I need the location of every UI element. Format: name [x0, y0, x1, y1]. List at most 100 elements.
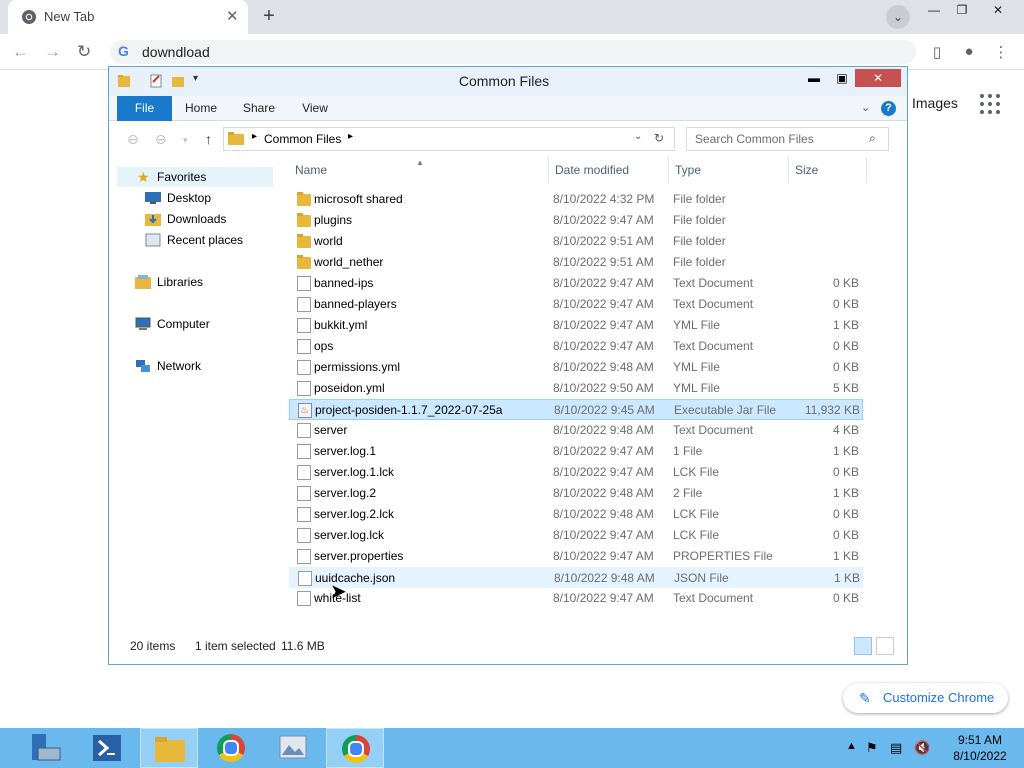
file-row[interactable]: server.properties 8/10/2022 9:47 AM PROPER…: [289, 546, 863, 567]
column-header-date[interactable]: Date modified: [549, 157, 669, 183]
nav-recent-places[interactable]: Recent places: [145, 230, 275, 250]
column-header-type[interactable]: Type: [669, 157, 789, 183]
address-dropdown-icon[interactable]: ⌄: [634, 131, 642, 142]
file-row[interactable]: world 8/10/2022 9:51 AM File folder: [289, 231, 863, 252]
file-type: Text Document: [673, 591, 754, 605]
nav-network[interactable]: Network: [135, 356, 275, 376]
libraries-icon: [135, 275, 151, 289]
recent-locations-icon[interactable]: ▾: [183, 135, 188, 146]
images-link[interactable]: Images: [912, 95, 958, 111]
restore-button[interactable]: ❐: [948, 0, 976, 20]
file-row[interactable]: white-list 8/10/2022 9:47 AM Text Document…: [289, 588, 863, 609]
address-field[interactable]: ▸ Common Files ▸ ⌄ ↻: [223, 127, 675, 151]
show-hidden-icons[interactable]: ▲: [846, 740, 857, 752]
menu-icon[interactable]: ⋮: [991, 43, 1011, 61]
server-manager-button[interactable]: [16, 728, 74, 768]
file-row[interactable]: server.log.2 8/10/2022 9:48 AM 2 File 1 KB: [289, 483, 863, 504]
network-icon: [136, 360, 150, 372]
flag-icon[interactable]: ⚑: [866, 740, 878, 756]
profile-icon[interactable]: ●: [959, 43, 979, 60]
back-icon[interactable]: ←: [12, 42, 29, 62]
column-header-name[interactable]: ▲ Name: [289, 157, 549, 183]
breadcrumb-arrow-icon[interactable]: ▸: [252, 131, 257, 142]
tab-close-icon[interactable]: ✕: [226, 7, 239, 25]
nav-desktop[interactable]: Desktop: [145, 188, 275, 208]
tab-home[interactable]: Home: [179, 96, 223, 121]
omnibox[interactable]: G downdload: [110, 40, 916, 64]
explorer-close-button[interactable]: ✕: [855, 69, 901, 87]
file-row[interactable]: permissions.yml 8/10/2022 9:48 AM YML File…: [289, 357, 863, 378]
file-row[interactable]: ops 8/10/2022 9:47 AM Text Document 0 KB: [289, 336, 863, 357]
file-explorer-button[interactable]: [140, 728, 198, 768]
chrome-taskbar-button[interactable]: [202, 728, 260, 768]
server-manager-icon: [32, 734, 61, 761]
nav-libraries-label: Libraries: [157, 275, 204, 289]
nav-favorites[interactable]: ★ Favorites: [117, 167, 273, 187]
nav-computer-label: Computer: [157, 317, 210, 331]
file-row[interactable]: server.log.1 8/10/2022 9:47 AM 1 File 1 KB: [289, 441, 863, 462]
apps-grid-icon[interactable]: [980, 94, 1000, 114]
file-row[interactable]: server.log.2.lck 8/10/2022 9:48 AM LCK Fil…: [289, 504, 863, 525]
search-field[interactable]: ⌕: [686, 127, 889, 151]
omnibox-text[interactable]: downdload: [142, 44, 210, 60]
address-bar-row: ⊖ ⊖ ▾ ↑ ▸ Common Files ▸ ⌄ ↻ ⌕: [109, 121, 907, 157]
clock[interactable]: 9:51 AM 8/10/2022: [945, 732, 1015, 764]
minimize-button[interactable]: —: [920, 0, 948, 20]
breadcrumb-common-files[interactable]: Common Files: [264, 132, 341, 146]
file-row[interactable]: server.log.1.lck 8/10/2022 9:47 AM LCK Fil…: [289, 462, 863, 483]
volume-muted-icon[interactable]: 🔇: [914, 740, 930, 756]
file-date: 8/10/2022 9:47 AM: [553, 591, 654, 605]
document-icon: [297, 465, 311, 480]
explorer-minimize-button[interactable]: ▬: [801, 69, 827, 87]
network-tray-icon[interactable]: ▤: [890, 740, 902, 756]
file-row[interactable]: poseidon.yml 8/10/2022 9:50 AM YML File 5 K…: [289, 378, 863, 399]
chrome-icon: [22, 10, 36, 24]
customize-chrome-button[interactable]: ✎ Customize Chrome: [843, 683, 1008, 713]
chrome-window-button[interactable]: [326, 728, 384, 768]
nav-computer[interactable]: Computer: [135, 314, 275, 334]
help-icon[interactable]: ?: [881, 101, 896, 116]
file-size: 0 KB: [832, 276, 859, 290]
refresh-icon[interactable]: ↻: [654, 131, 664, 145]
tab-file[interactable]: File: [117, 96, 172, 121]
forward-icon[interactable]: →: [44, 42, 61, 62]
chrome-taskbar-icon: [342, 735, 370, 763]
file-row[interactable]: world_nether 8/10/2022 9:51 AM File folder: [289, 252, 863, 273]
file-row[interactable]: banned-players 8/10/2022 9:47 AM Text Docu…: [289, 294, 863, 315]
file-row[interactable]: plugins 8/10/2022 9:47 AM File folder: [289, 210, 863, 231]
search-input[interactable]: [687, 128, 867, 150]
tab-new-tab[interactable]: New Tab ✕: [8, 0, 248, 34]
file-row[interactable]: microsoft shared 8/10/2022 4:32 PM File fo…: [289, 189, 863, 210]
powershell-button[interactable]: [78, 728, 136, 768]
close-window-button[interactable]: ✕: [984, 0, 1012, 20]
ribbon-expand-icon[interactable]: ⌄: [861, 101, 870, 114]
tab-share[interactable]: Share: [237, 96, 281, 121]
file-row[interactable]: server 8/10/2022 9:48 AM Text Document 4 KB: [289, 420, 863, 441]
selection-size: 11.6 MB: [281, 639, 325, 653]
tab-view[interactable]: View: [293, 96, 337, 121]
column-header-size[interactable]: Size: [789, 157, 867, 183]
large-icons-view-button[interactable]: [876, 637, 894, 655]
nav-downloads[interactable]: Downloads: [145, 209, 275, 229]
document-icon: [297, 276, 311, 291]
side-panel-icon[interactable]: ▯: [927, 43, 947, 61]
file-row[interactable]: uuidcache.json 8/10/2022 9:48 AM JSON File…: [289, 567, 863, 588]
app-taskbar-button[interactable]: [264, 728, 322, 768]
details-view-button[interactable]: [854, 637, 872, 655]
document-icon: [297, 486, 311, 501]
file-row[interactable]: server.log.lck 8/10/2022 9:47 AM LCK File 0…: [289, 525, 863, 546]
nav-libraries[interactable]: Libraries: [135, 272, 275, 292]
search-icon[interactable]: ⌕: [869, 131, 876, 146]
new-tab-button[interactable]: +: [256, 5, 282, 29]
explorer-maximize-button[interactable]: ▣: [829, 69, 855, 87]
mouse-pointer-icon: ➤: [330, 581, 347, 603]
breadcrumb-arrow-icon[interactable]: ▸: [348, 131, 353, 142]
explorer-back-icon[interactable]: ⊖: [127, 131, 139, 148]
up-icon[interactable]: ↑: [205, 131, 212, 147]
file-row[interactable]: bukkit.yml 8/10/2022 9:47 AM YML File 1 KB: [289, 315, 863, 336]
explorer-forward-icon[interactable]: ⊖: [155, 131, 167, 148]
file-row[interactable]: project-posiden-1.1.7_2022-07-25a 8/10/20…: [289, 399, 863, 421]
tab-search-button[interactable]: ⌄: [886, 5, 910, 29]
file-row[interactable]: banned-ips 8/10/2022 9:47 AM Text Document…: [289, 273, 863, 294]
reload-icon[interactable]: ↻: [77, 42, 91, 62]
